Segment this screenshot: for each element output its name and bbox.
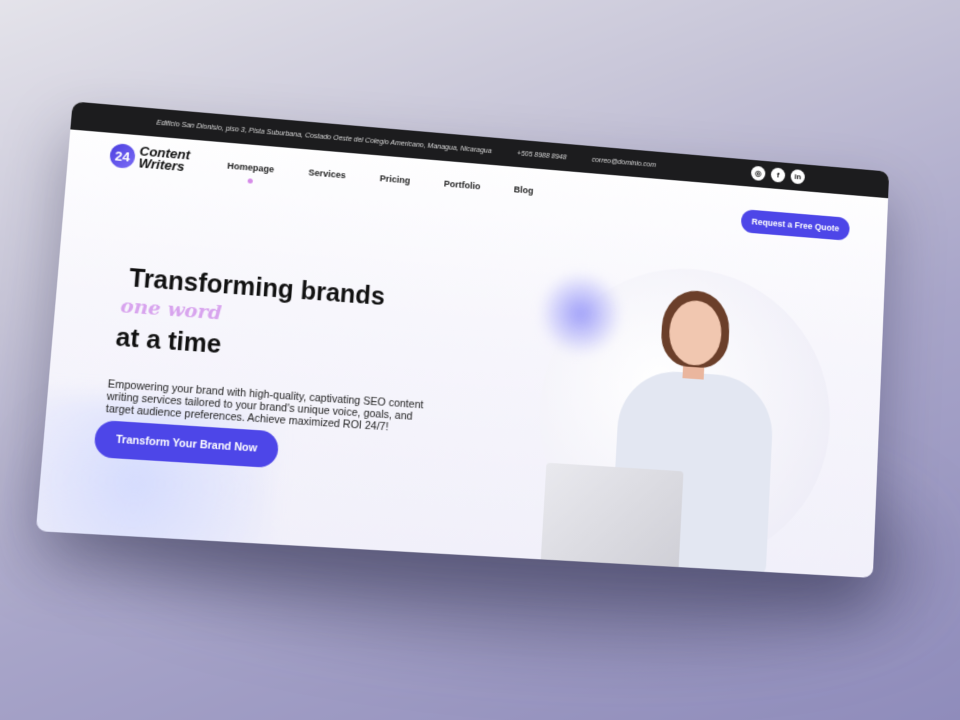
logo-line2: Writers bbox=[138, 155, 185, 174]
email-text[interactable]: correo@dominio.com bbox=[592, 156, 657, 168]
nav-item-blog[interactable]: Blog bbox=[514, 184, 534, 195]
logo[interactable]: 24 Content Writers bbox=[109, 143, 191, 174]
facebook-icon[interactable]: f bbox=[771, 167, 786, 183]
nav-menu: Homepage Services Pricing Portfolio Blog bbox=[227, 161, 534, 196]
phone-text[interactable]: +505 8988 8948 bbox=[517, 150, 567, 161]
hero-headline: Transforming brands one word at a time bbox=[123, 264, 386, 371]
stage: Edificio San Dionisio, piso 3, Pista Sub… bbox=[0, 0, 960, 720]
website-card: Edificio San Dionisio, piso 3, Pista Sub… bbox=[36, 101, 889, 578]
logo-text: Content Writers bbox=[138, 145, 190, 173]
nav-item-homepage[interactable]: Homepage bbox=[227, 161, 275, 175]
logo-icon: 24 bbox=[109, 143, 136, 169]
hero-section: Transforming brands one word at a time E… bbox=[36, 190, 886, 578]
social-links: ◎ f in bbox=[751, 166, 805, 185]
nav-item-services[interactable]: Services bbox=[308, 167, 346, 180]
nav-item-label: Homepage bbox=[227, 161, 275, 175]
nav-item-pricing[interactable]: Pricing bbox=[379, 173, 410, 185]
woman-with-laptop-image bbox=[590, 278, 798, 577]
active-indicator bbox=[247, 178, 252, 183]
laptop-shape bbox=[541, 463, 684, 571]
instagram-icon[interactable]: ◎ bbox=[751, 166, 766, 182]
nav-item-portfolio[interactable]: Portfolio bbox=[444, 179, 481, 192]
linkedin-icon[interactable]: in bbox=[790, 169, 805, 184]
request-quote-button[interactable]: Request a Free Quote bbox=[741, 209, 850, 241]
